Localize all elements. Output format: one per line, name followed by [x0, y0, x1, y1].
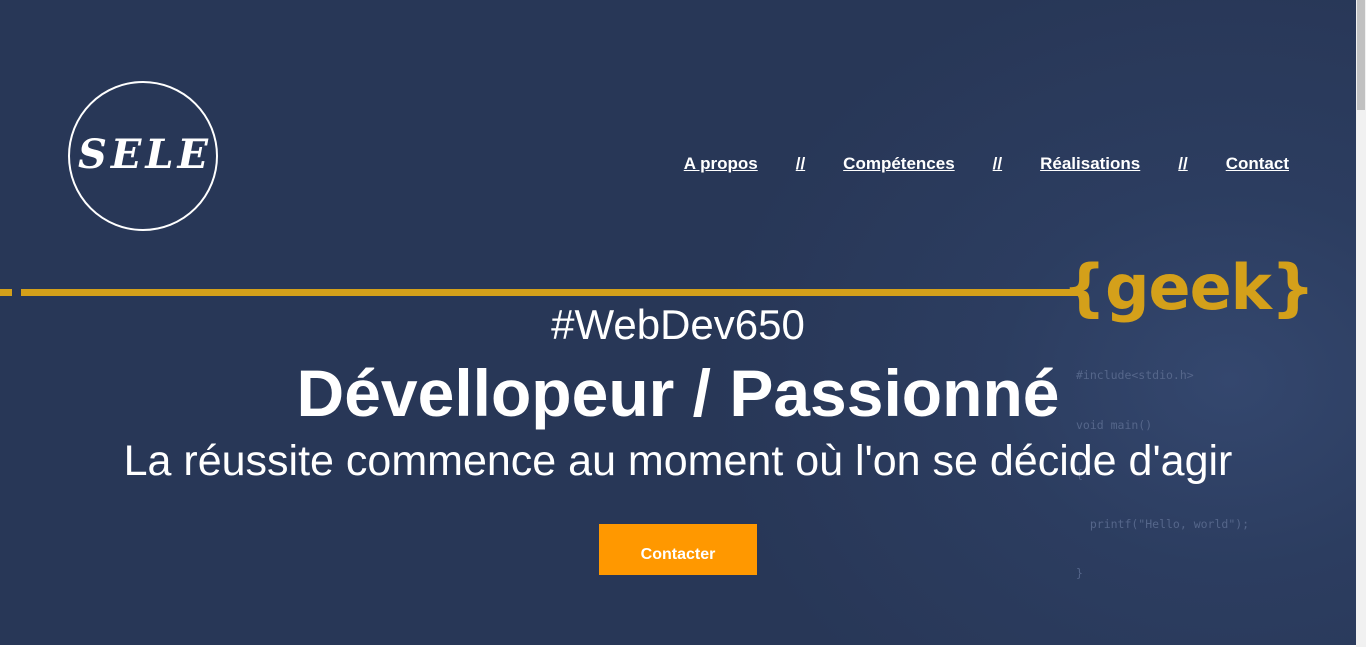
hero-section: SELE A propos // Compétences // Réalisat…: [0, 0, 1356, 645]
code-line: }: [1076, 566, 1083, 580]
accent-line-short: [0, 289, 12, 296]
nav-separator: //: [795, 154, 806, 173]
main-nav: A propos // Compétences // Réalisations …: [684, 154, 1289, 174]
nav-link-contact[interactable]: Contact: [1226, 154, 1289, 174]
logo[interactable]: SELE: [68, 81, 218, 231]
code-line: printf("Hello, world");: [1076, 516, 1250, 531]
logo-text: SELE: [78, 131, 212, 178]
nav-link-competences[interactable]: Compétences: [843, 154, 954, 174]
hero-title: Dévellopeur / Passionné: [296, 356, 1060, 430]
scrollbar-thumb[interactable]: [1357, 0, 1365, 110]
hero-tagline: La réussite commence au moment où l'on s…: [123, 437, 1233, 485]
hero-hashtag: #WebDev650: [551, 301, 805, 348]
nav-link-realisations[interactable]: Réalisations: [1040, 154, 1140, 174]
nav-separator: //: [1178, 154, 1188, 173]
nav-link-a-propos[interactable]: A propos: [684, 154, 758, 174]
nav-separator: //: [992, 154, 1003, 173]
accent-line: [21, 289, 1081, 296]
vertical-scrollbar[interactable]: [1356, 0, 1366, 647]
contact-button[interactable]: Contacter: [599, 524, 757, 575]
